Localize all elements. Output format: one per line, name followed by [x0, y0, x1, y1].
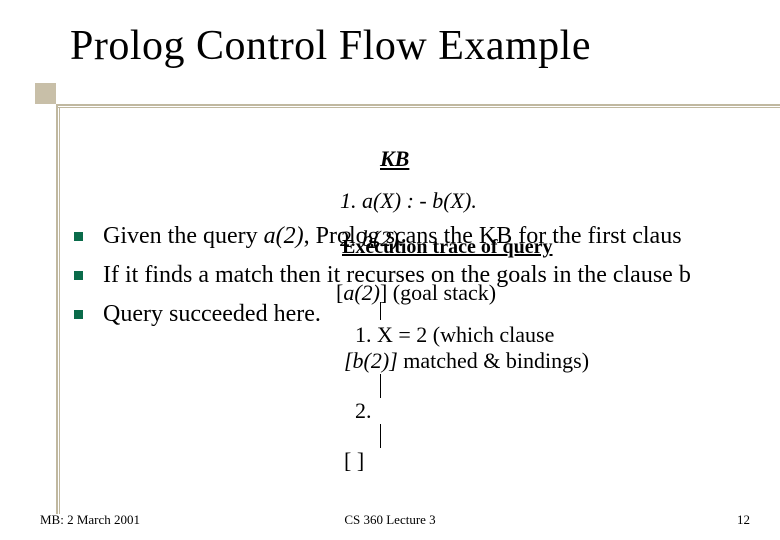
bullet-1: Given the query a(2), Prolog scans the K…: [74, 222, 780, 251]
trace-connector-2: [380, 374, 381, 398]
kb-rule-1: 1. a(X) : - b(X).: [340, 188, 477, 214]
bullet-3-text: Query succeeded here.: [103, 300, 321, 329]
rule-left-inner: [59, 107, 60, 514]
bullet-3: Query succeeded here.: [74, 300, 780, 329]
rule-top: [56, 104, 780, 106]
b1-query: a(2): [264, 223, 304, 249]
b1-pre: Given the query: [103, 223, 264, 249]
bullet-2-text: If it finds a match then it recurses on …: [103, 261, 691, 290]
trace-empty: [ ]: [344, 448, 364, 474]
slide: Prolog Control Flow Example KB 1. a(X) :…: [0, 0, 780, 540]
footer-page-number: 12: [737, 512, 750, 528]
trace-step-1b: [b(2)] matched & bindings): [344, 348, 589, 374]
trace-step-1b-note: matched & bindings): [398, 348, 589, 373]
trace-connector-3: [380, 424, 381, 448]
bullet-marker-icon: [74, 271, 83, 280]
bullet-list: Given the query a(2), Prolog scans the K…: [74, 222, 780, 338]
footer-center: CS 360 Lecture 3: [0, 512, 780, 528]
bullet-marker-icon: [74, 310, 83, 319]
b1-post: , Prolog scans the KB for the first clau…: [304, 223, 682, 249]
rule-top-inner: [58, 107, 780, 108]
rule-left: [56, 104, 58, 514]
bullet-marker-icon: [74, 232, 83, 241]
bullet-1-text: Given the query a(2), Prolog scans the K…: [103, 222, 682, 251]
corner-block: [35, 83, 56, 104]
trace-b2-bracket: [b(2)]: [344, 348, 398, 373]
kb-heading: KB: [380, 146, 409, 172]
bullet-2: If it finds a match then it recurses on …: [74, 261, 780, 290]
trace-step-2: 2.: [355, 398, 372, 424]
slide-title: Prolog Control Flow Example: [70, 22, 591, 70]
